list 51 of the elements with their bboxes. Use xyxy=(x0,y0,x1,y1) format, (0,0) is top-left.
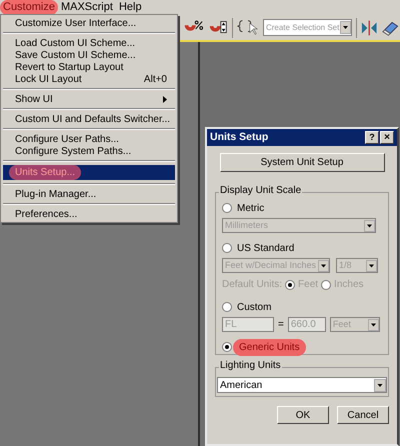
menu-item[interactable]: Custom UI and Defaults Switcher... xyxy=(3,113,175,125)
window-title: Units Setup xyxy=(210,130,268,145)
menu-item[interactable]: Show UI xyxy=(3,93,175,105)
mirror-icon[interactable] xyxy=(361,18,378,36)
menu-item[interactable]: Customize User Interface... xyxy=(3,17,175,29)
caret-icon xyxy=(374,378,386,392)
close-button[interactable]: × xyxy=(380,131,394,144)
dialog-button[interactable]: OK xyxy=(277,406,329,424)
caret-icon xyxy=(368,318,379,330)
radio-label: Feet xyxy=(298,278,318,292)
dropdown-value: Millimeters xyxy=(225,218,268,232)
menu-item[interactable]: Configure System Paths... xyxy=(3,145,175,157)
shortcut-label: Alt+0 xyxy=(144,72,167,86)
menu-bar-item[interactable]: Help xyxy=(116,0,145,15)
radio-button[interactable] xyxy=(222,203,232,213)
radio-label: Inches xyxy=(334,278,364,292)
dropdown-value: Feet w/Decimal Inches xyxy=(225,258,316,272)
lighting-units-dropdown[interactable]: American xyxy=(217,377,387,393)
radio-button[interactable] xyxy=(222,243,232,253)
dropdown-value: Feet xyxy=(332,318,351,331)
menu-item[interactable]: Revert to Startup Layout xyxy=(3,61,175,73)
radio-label: Generic Units xyxy=(233,338,306,356)
help-button[interactable]: ? xyxy=(365,131,379,144)
group-title: Display Unit Scale xyxy=(219,186,302,196)
caret-icon xyxy=(340,21,352,34)
braces-cursor-icon[interactable] xyxy=(237,18,259,38)
equals-sign: = xyxy=(278,318,284,332)
group-title: Lighting Units xyxy=(219,361,282,371)
dropdown-value: 1/8 xyxy=(339,258,352,272)
menu-item[interactable]: Preferences... xyxy=(3,208,175,220)
menu-item[interactable]: Configure User Paths... xyxy=(3,133,175,145)
menu-item[interactable]: Lock UI Layout Alt+0 xyxy=(3,73,175,85)
radio-button[interactable] xyxy=(222,342,232,352)
menu-item[interactable]: Plug-in Manager... xyxy=(3,188,175,200)
caret-icon xyxy=(364,220,375,232)
radio-label: US Standard xyxy=(237,242,294,256)
menu-item[interactable]: Load Custom UI Scheme... xyxy=(3,37,175,49)
submenu-arrow-icon xyxy=(163,96,167,102)
dropdown-value: American xyxy=(220,378,262,392)
system-unit-setup-button[interactable]: System Unit Setup xyxy=(220,153,384,172)
radio-label: Custom xyxy=(237,300,272,314)
caret-icon xyxy=(318,260,329,272)
radio-button[interactable] xyxy=(222,302,232,312)
menu-bar-item[interactable]: Customize xyxy=(0,0,58,15)
radio-label: Metric xyxy=(237,202,264,216)
menu-bar-item[interactable]: MAXScript xyxy=(58,0,116,15)
dialog-button[interactable]: Cancel xyxy=(337,406,389,424)
menu-item[interactable]: Save Custom UI Scheme... xyxy=(3,49,175,61)
caret-icon xyxy=(366,260,377,272)
default-units-label: Default Units: xyxy=(222,278,282,292)
selection-set-placeholder: Create Selection Set xyxy=(266,22,340,34)
